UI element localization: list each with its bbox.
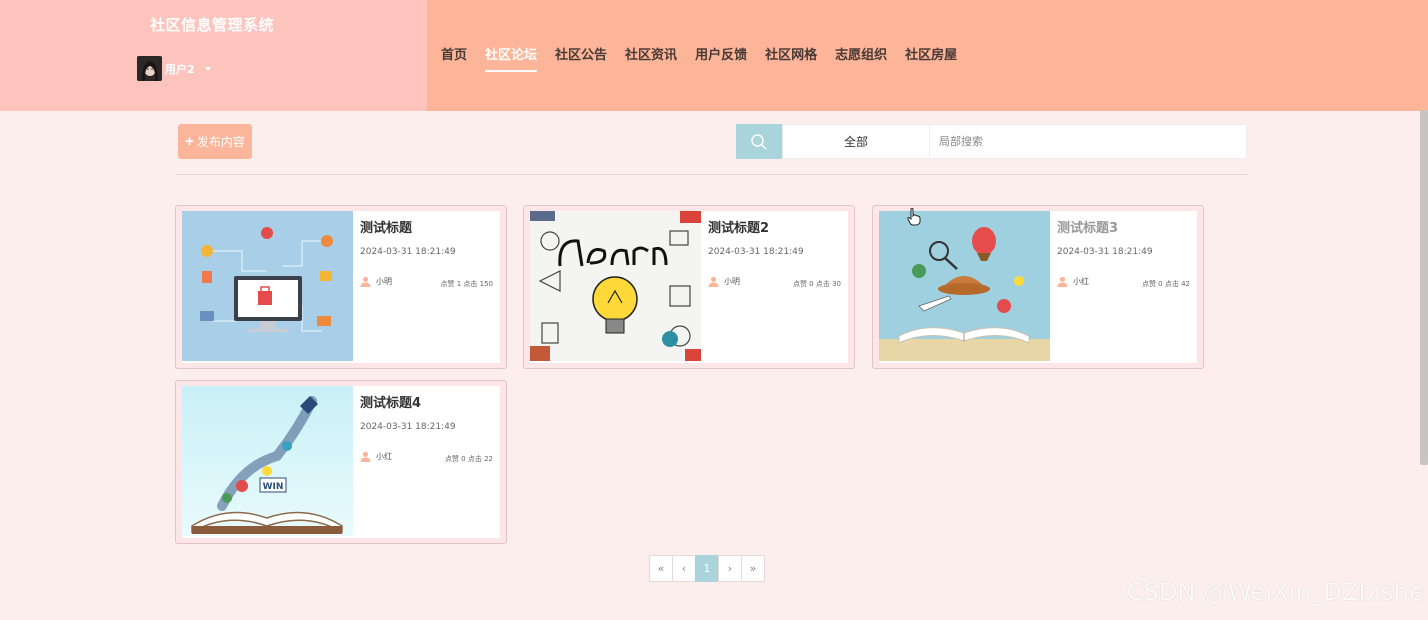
post-image-learn[interactable] [530,211,701,361]
nav-item-home[interactable]: 首页 [441,44,467,74]
post-stats: 点赞 0 点击 42 [1141,280,1190,288]
post-author-name: 小明 [376,277,392,286]
scrollbar[interactable] [1420,110,1428,465]
user-icon [708,276,719,287]
nav-item-announcements[interactable]: 社区公告 [555,44,607,74]
post-card-inner: 测试标题2 2024-03-31 18:21:49 小明 点赞 0 点击 30 [530,211,848,363]
post-stats: 点赞 0 点击 30 [792,280,841,288]
post-card-inner: WIN 测试标题4 2024-03-31 18:21:49 小红 点赞 0 点击… [182,386,500,538]
post-card[interactable]: 测试标题3 2024-03-31 18:21:49 小红 点赞 0 点击 42 [872,205,1204,369]
plus-icon: + [185,133,194,150]
user-name[interactable]: 用户2 [165,61,195,77]
post-stats: 点赞 1 点击 150 [440,280,494,288]
user-icon [360,451,371,462]
post-stats: 点赞 0 点击 22 [444,455,493,463]
post-date: 2024-03-31 18:21:49 [1057,247,1153,257]
app-title: 社区信息管理系统 [150,16,275,34]
search-input[interactable] [929,124,1247,159]
svg-text:WIN: WIN [263,482,284,492]
header: 社区信息管理系统 用户2 首页 社区论坛 社区公告 社区资讯 用户反馈 社区网格 [0,0,1428,111]
post-card-inner: 测试标题3 2024-03-31 18:21:49 小红 点赞 0 点击 42 [879,211,1197,363]
post-author: 小明 [708,276,740,287]
post-card[interactable]: WIN 测试标题4 2024-03-31 18:21:49 小红 点赞 0 点击… [175,380,507,544]
page-first-button[interactable]: « [649,555,673,582]
post-title[interactable]: 测试标题 [360,217,412,236]
post-author: 小红 [1057,276,1089,287]
post-image-book-rocket[interactable]: WIN [182,386,353,536]
divider [175,174,1247,175]
post-card-inner: 测试标题 2024-03-31 18:21:49 小明 点赞 1 点击 150 [182,211,500,363]
nav-item-forum[interactable]: 社区论坛 [485,44,538,74]
post-date: 2024-03-31 18:21:49 [708,247,804,257]
post-author-name: 小红 [1073,277,1089,286]
post-date: 2024-03-31 18:21:49 [360,247,456,257]
page-next-button[interactable]: › [718,555,742,582]
post-author: 小红 [360,451,392,462]
page-current[interactable]: 1 [695,555,719,582]
avatar[interactable] [137,56,162,81]
post-title[interactable]: 测试标题4 [360,392,421,411]
search-icon [751,133,767,149]
brand-panel: 社区信息管理系统 用户2 [0,0,427,111]
nav-items: 首页 社区论坛 社区公告 社区资讯 用户反馈 社区网格 志愿组织 社区房屋 [441,44,975,74]
post-card[interactable]: 测试标题 2024-03-31 18:21:49 小明 点赞 1 点击 150 [175,205,507,369]
post-date: 2024-03-31 18:21:49 [360,422,456,432]
post-author-name: 小红 [376,452,392,461]
chevron-down-icon[interactable] [204,66,211,71]
post-card[interactable]: 测试标题2 2024-03-31 18:21:49 小明 点赞 0 点击 30 [523,205,855,369]
user-icon [360,276,371,287]
post-author-name: 小明 [724,277,740,286]
nav-item-feedback[interactable]: 用户反馈 [695,44,747,74]
top-nav: 首页 社区论坛 社区公告 社区资讯 用户反馈 社区网格 志愿组织 社区房屋 [427,0,1428,111]
search-scope-select[interactable]: 全部 [782,124,930,159]
page-prev-button[interactable]: ‹ [672,555,696,582]
user-icon [1057,276,1068,287]
post-author: 小明 [360,276,392,287]
hand-cursor-icon [907,208,921,226]
post-title[interactable]: 测试标题2 [708,217,769,236]
post-title[interactable]: 测试标题3 [1057,217,1118,236]
post-image-open-book[interactable] [879,211,1050,361]
publish-button[interactable]: + 发布内容 [178,124,252,159]
nav-item-housing[interactable]: 社区房屋 [905,44,957,74]
post-image-online-shopping[interactable] [182,211,353,361]
publish-label: 发布内容 [196,135,245,149]
search-button[interactable] [736,124,782,159]
nav-item-volunteer[interactable]: 志愿组织 [835,44,887,74]
user-menu[interactable]: 用户2 [137,56,211,81]
watermark: CSDN @WeiXin_DZbishe [1126,578,1424,606]
nav-item-grid[interactable]: 社区网格 [765,44,817,74]
page-last-button[interactable]: » [741,555,765,582]
pagination: « ‹ 1 › » [649,555,765,582]
nav-item-news[interactable]: 社区资讯 [625,44,677,74]
